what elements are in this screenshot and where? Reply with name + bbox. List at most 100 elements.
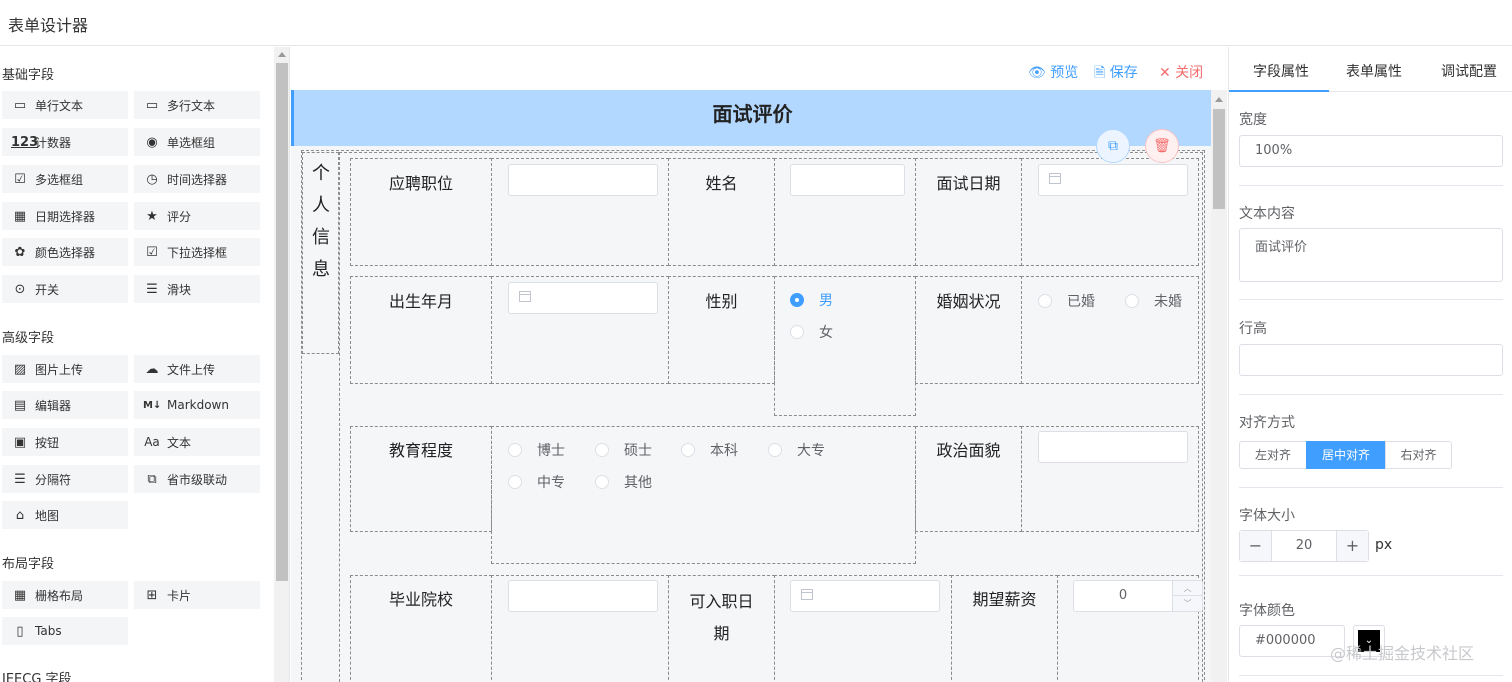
comp-image-upload[interactable]: ▨ 图片上传	[2, 355, 128, 383]
font-size-value[interactable]: 20	[1272, 531, 1336, 561]
close-icon: ✕	[1159, 65, 1171, 81]
stepper-up-icon[interactable]: ︿	[1172, 581, 1202, 596]
comp-switch[interactable]: ⊙ 开关	[2, 275, 128, 303]
font-size-unit: px	[1375, 537, 1393, 553]
font-size-stepper[interactable]: − 20 +	[1239, 530, 1369, 562]
align-right-button[interactable]: 右对齐	[1385, 441, 1452, 469]
comp-tabs[interactable]: ▯ Tabs	[2, 617, 128, 645]
tab-field-props[interactable]: 字段属性	[1253, 61, 1309, 81]
copy-icon: ⧉	[1108, 138, 1118, 154]
radio-female[interactable]: 女	[790, 322, 833, 342]
slider-icon: ☰	[146, 281, 158, 297]
comp-card[interactable]: ⊞ 卡片	[134, 581, 260, 609]
comp-editor[interactable]: ▤ 编辑器	[2, 391, 128, 419]
divider	[1239, 575, 1503, 576]
form-title[interactable]: 面试评价	[291, 90, 1211, 146]
checkbox-icon: ☑	[14, 171, 26, 187]
comp-markdown[interactable]: M↓ Markdown	[134, 391, 260, 419]
stepper-down-icon[interactable]: ﹀	[1172, 596, 1202, 611]
radio-master[interactable]: 硕士	[595, 440, 652, 460]
scroll-up-icon[interactable]	[1215, 97, 1223, 102]
position-input[interactable]	[508, 164, 658, 196]
comp-divider[interactable]: ☰ 分隔符	[2, 465, 128, 493]
divider-icon: ☰	[14, 471, 26, 487]
comp-grid[interactable]: ▦ 栅格布局	[2, 581, 128, 609]
radio-male[interactable]: 男	[790, 290, 833, 310]
preview-button[interactable]: 👁 预览	[1028, 62, 1078, 82]
active-tab-indicator	[1229, 90, 1329, 92]
name-input[interactable]	[790, 164, 905, 196]
scroll-up-icon[interactable]	[278, 52, 286, 57]
line-height-input[interactable]	[1239, 344, 1503, 376]
plus-icon[interactable]: +	[1336, 531, 1368, 561]
tab-debug-config[interactable]: 调试配置	[1441, 61, 1497, 81]
comp-radio[interactable]: ◉ 单选框组	[134, 128, 260, 156]
comp-color[interactable]: ✿ 颜色选择器	[2, 238, 128, 266]
label-entry-date: 可入职日期	[689, 592, 754, 643]
school-input[interactable]	[508, 580, 658, 612]
comp-date[interactable]: ▦ 日期选择器	[2, 202, 128, 230]
tabs-icon: ▯	[16, 623, 24, 639]
label-interview-date: 面试日期	[936, 174, 1001, 193]
minus-icon[interactable]: −	[1240, 531, 1272, 561]
comp-number[interactable]: 123 计数器	[2, 128, 128, 156]
comp-checkbox[interactable]: ☑ 多选框组	[2, 165, 128, 193]
card-icon: ⊞	[146, 587, 158, 603]
birth-date-picker[interactable]	[508, 282, 658, 314]
comp-select[interactable]: ☑ 下拉选择框	[134, 238, 260, 266]
group-title-jeecg: JEECG 字段	[2, 672, 72, 682]
switch-icon: ⊙	[14, 281, 26, 297]
divider	[1239, 675, 1503, 676]
width-input[interactable]: 100%	[1239, 135, 1503, 167]
radio-doctor[interactable]: 博士	[508, 440, 565, 460]
radio-bachelor[interactable]: 本科	[681, 440, 738, 460]
comp-file-upload[interactable]: ☁ 文件上传	[134, 355, 260, 383]
tab-form-props[interactable]: 表单属性	[1346, 61, 1402, 81]
comp-textarea[interactable]: ▭ 多行文本	[134, 91, 260, 119]
radio-unmarried[interactable]: 未婚	[1125, 291, 1182, 311]
comp-cascader[interactable]: ⧉ 省市级联动	[134, 465, 260, 493]
comp-time[interactable]: ◷ 时间选择器	[134, 165, 260, 193]
text-icon: Aa	[144, 435, 160, 449]
close-button[interactable]: ✕ 关闭	[1159, 62, 1203, 82]
comp-text[interactable]: Aa 文本	[134, 428, 260, 456]
political-input[interactable]	[1038, 431, 1188, 463]
comp-map[interactable]: ⌂ 地图	[2, 501, 128, 529]
label-text-content: 文本内容	[1239, 206, 1295, 222]
radio-married[interactable]: 已婚	[1038, 291, 1095, 311]
save-button[interactable]: 🗎 保存	[1094, 62, 1138, 86]
radio-secondary[interactable]: 中专	[508, 472, 565, 492]
app-title: 表单设计器	[8, 16, 89, 35]
text-content-textarea[interactable]: 面试评价	[1239, 228, 1503, 282]
number-icon: 123	[11, 134, 39, 150]
clock-icon: ◷	[146, 171, 158, 187]
component-panel: 基础字段 ▭ 单行文本 ▭ 多行文本 123 计数器 ◉ 单选框组 ☑ 多选框组 ◷ 时间选…	[0, 47, 290, 682]
comp-rate[interactable]: ★ 评分	[134, 202, 260, 230]
comp-input[interactable]: ▭ 单行文本	[2, 91, 128, 119]
radio-other[interactable]: 其他	[595, 472, 652, 492]
label-salary: 期望薪资	[972, 590, 1037, 609]
divider	[1239, 487, 1503, 488]
button-icon: ▣	[13, 434, 27, 450]
salary-stepper[interactable]: 0 ︿ ﹀	[1073, 580, 1203, 612]
entry-date-picker[interactable]	[790, 580, 940, 612]
align-left-button[interactable]: 左对齐	[1239, 441, 1307, 469]
align-center-button[interactable]: 居中对齐	[1306, 441, 1386, 469]
comp-slider[interactable]: ☰ 滑块	[134, 275, 260, 303]
copy-field-button[interactable]: ⧉	[1096, 129, 1130, 163]
comp-button[interactable]: ▣ 按钮	[2, 428, 128, 456]
canvas-scroll-thumb[interactable]	[1213, 109, 1225, 209]
form-canvas[interactable]: 面试评价 个 人 信 息 应聘职位 姓名 面试日期 出生年月 性别 男 女 婚姻…	[291, 90, 1211, 682]
cloud-upload-icon: ☁	[145, 361, 159, 377]
map-icon: ⌂	[15, 507, 25, 523]
left-scroll-thumb[interactable]	[276, 63, 288, 581]
salary-value: 0	[1118, 588, 1128, 603]
delete-field-button[interactable]: 🗑	[1145, 129, 1179, 163]
interview-date-picker[interactable]	[1038, 164, 1188, 196]
select-icon: ☑	[146, 244, 158, 260]
group-title-basic: 基础字段	[2, 68, 55, 83]
label-align: 对齐方式	[1239, 415, 1295, 431]
section-label: 个 人 信 息	[312, 163, 330, 280]
calendar-icon	[1049, 173, 1061, 184]
radio-college[interactable]: 大专	[768, 440, 825, 460]
